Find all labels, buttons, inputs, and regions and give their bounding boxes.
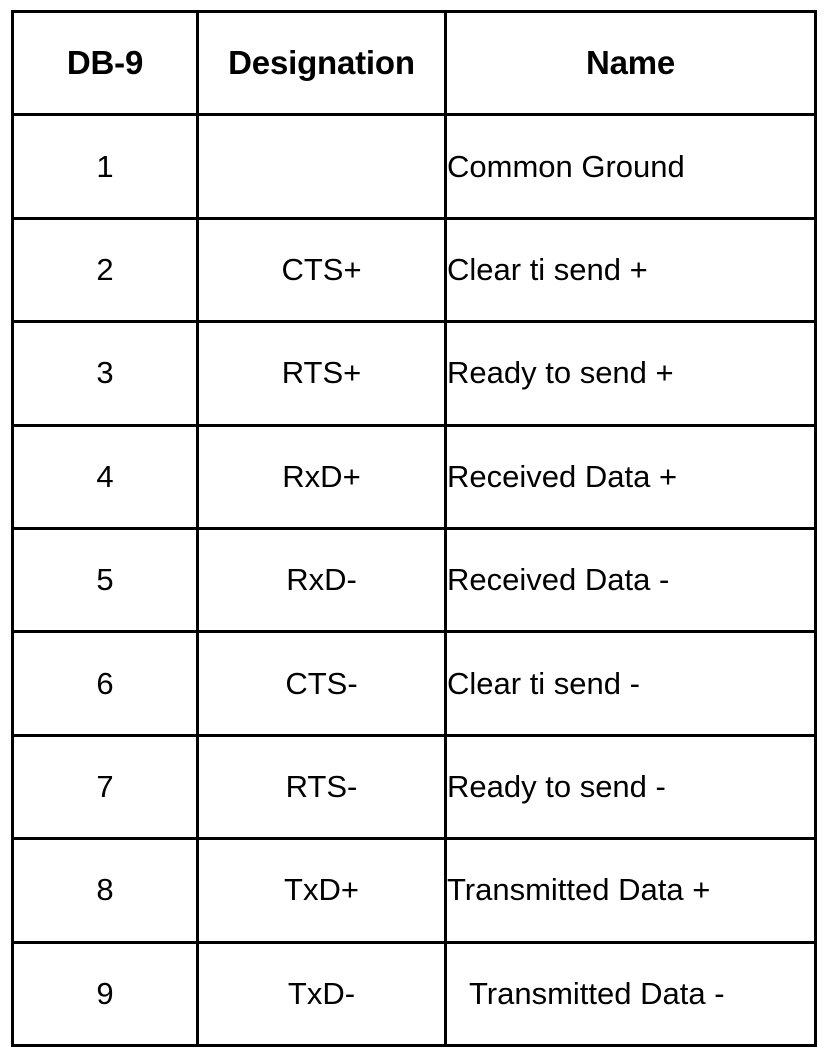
cell-pin: 4 xyxy=(11,423,199,530)
cell-pin: 3 xyxy=(11,320,199,427)
table-header-row: DB-9 Designation Name xyxy=(11,9,817,117)
column-header-pin: DB-9 xyxy=(11,9,199,117)
cell-pin: 8 xyxy=(11,837,199,944)
cell-name: Clear ti send - xyxy=(444,630,817,737)
table-row: 6 CTS- Clear ti send - xyxy=(11,630,817,737)
cell-name: Received Data - xyxy=(444,526,817,634)
cell-designation: RxD- xyxy=(196,526,447,634)
cell-name: Ready to send - xyxy=(444,733,817,841)
table-row: 7 RTS- Ready to send - xyxy=(11,733,817,841)
cell-pin: 6 xyxy=(11,630,199,737)
table-row: 1 Common Ground xyxy=(11,113,817,220)
table-row: 4 RxD+ Received Data + xyxy=(11,423,817,530)
column-header-name: Name xyxy=(444,9,817,117)
cell-pin: 7 xyxy=(11,733,199,841)
table-header: DB-9 Designation Name xyxy=(11,9,817,117)
table-body: 1 Common Ground 2 CTS+ Clear ti send + 3… xyxy=(11,113,817,1047)
cell-designation: RTS+ xyxy=(196,320,447,427)
cell-name: Clear ti send + xyxy=(444,216,817,324)
cell-designation: CTS- xyxy=(196,630,447,737)
cell-designation: CTS+ xyxy=(196,216,447,324)
cell-name: Ready to send + xyxy=(444,320,817,427)
cell-pin: 9 xyxy=(11,940,199,1047)
cell-name: Transmitted Data - xyxy=(444,940,817,1047)
cell-designation: TxD- xyxy=(196,940,447,1047)
page-canvas: DB-9 Designation Name 1 Common Ground 2 … xyxy=(0,0,832,1047)
db9-pinout-table: DB-9 Designation Name 1 Common Ground 2 … xyxy=(11,9,817,1047)
table-row: 3 RTS+ Ready to send + xyxy=(11,320,817,427)
column-header-designation: Designation xyxy=(196,9,447,117)
table-row: 9 TxD- Transmitted Data - xyxy=(11,940,817,1047)
cell-designation: TxD+ xyxy=(196,837,447,944)
cell-name: Common Ground xyxy=(444,113,817,220)
cell-designation: RxD+ xyxy=(196,423,447,530)
cell-designation xyxy=(196,113,447,220)
table-row: 2 CTS+ Clear ti send + xyxy=(11,216,817,324)
cell-name: Transmitted Data + xyxy=(444,837,817,944)
table-row: 5 RxD- Received Data - xyxy=(11,526,817,634)
cell-pin: 2 xyxy=(11,216,199,324)
table-row: 8 TxD+ Transmitted Data + xyxy=(11,837,817,944)
cell-pin: 1 xyxy=(11,113,199,220)
cell-designation: RTS- xyxy=(196,733,447,841)
cell-name: Received Data + xyxy=(444,423,817,530)
cell-pin: 5 xyxy=(11,526,199,634)
